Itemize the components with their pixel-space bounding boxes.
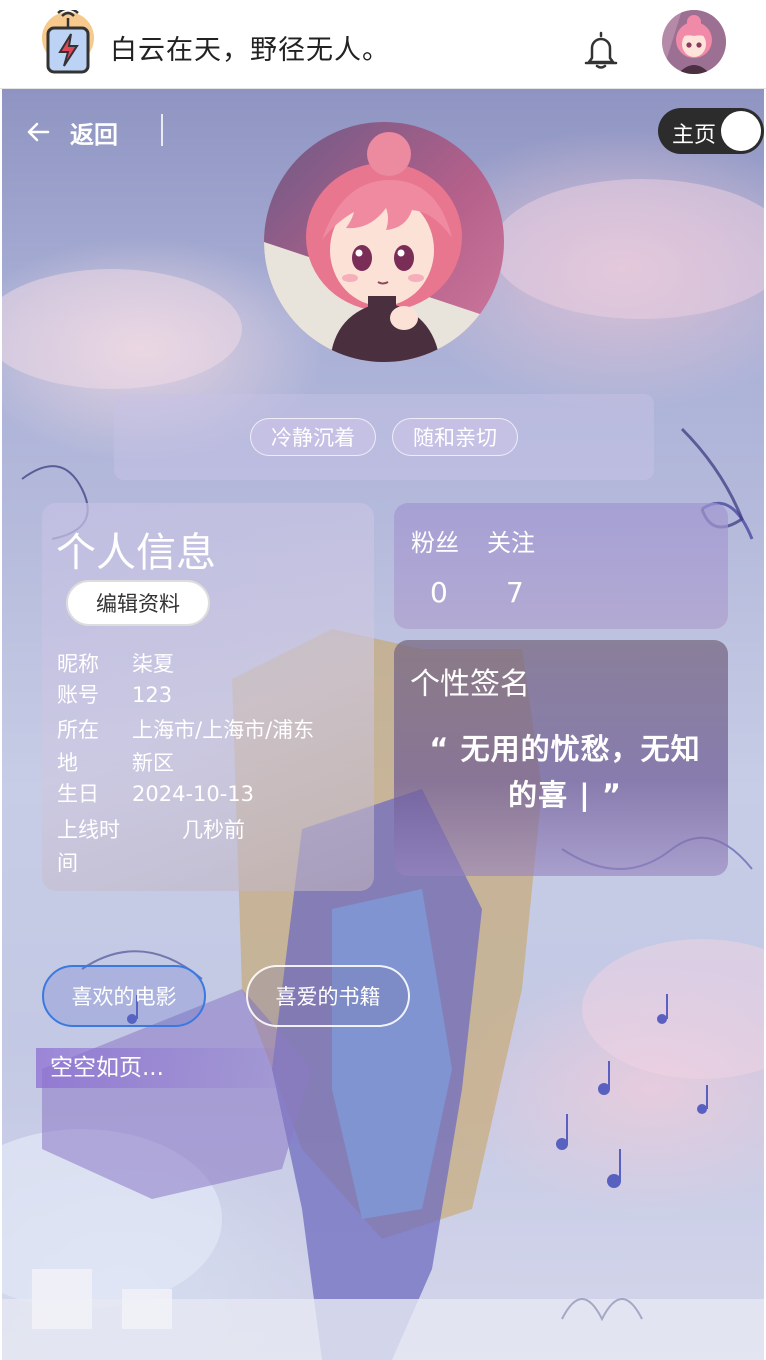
personality-tag[interactable]: 随和亲切	[392, 418, 518, 456]
personality-tag[interactable]: 冷静沉着	[250, 418, 376, 456]
home-toggle-label: 主页	[672, 123, 717, 148]
follow-label[interactable]: 关注	[487, 523, 535, 558]
back-label: 返回	[70, 120, 118, 149]
info-value: 2024-10-13	[132, 782, 255, 806]
header-divider	[161, 114, 163, 146]
personality-tags-panel: 冷静沉着 随和亲切	[114, 394, 654, 480]
empty-state-text: 空空如页...	[36, 1048, 276, 1088]
info-value: 柒夏	[132, 652, 174, 676]
back-button[interactable]: 返回	[24, 112, 118, 152]
profile-avatar[interactable]	[264, 122, 504, 362]
info-key: 账号	[57, 683, 99, 707]
tab-favorite-movies[interactable]: 喜欢的电影	[42, 965, 206, 1027]
stats-card	[394, 503, 728, 629]
edit-profile-button[interactable]: 编辑资料	[66, 580, 210, 626]
home-toggle[interactable]: 主页	[658, 108, 764, 154]
top-bar: 白云在天，野径无人。	[0, 0, 766, 89]
bell-icon[interactable]	[582, 30, 620, 70]
info-key: 生日	[57, 782, 99, 806]
info-value: 123	[132, 683, 173, 707]
personal-info-title: 个人信息	[56, 530, 216, 576]
tab-favorite-books[interactable]: 喜爱的书籍	[246, 965, 410, 1027]
signature-text: “ 无用的忧愁，无知的喜 | ”	[429, 732, 701, 812]
fans-label[interactable]: 粉丝	[411, 523, 459, 558]
user-avatar[interactable]	[662, 10, 726, 74]
arrow-left-icon	[27, 122, 50, 142]
header-slogan: 白云在天，野径无人。	[110, 35, 390, 66]
fans-count[interactable]: 0	[430, 576, 448, 609]
info-value: 几秒前	[182, 818, 245, 842]
info-key: 上线时间	[57, 818, 120, 875]
signature-title: 个性签名	[410, 667, 530, 702]
info-key: 所在地	[57, 718, 99, 775]
info-key: 昵称	[57, 652, 99, 676]
follow-count[interactable]: 7	[506, 576, 524, 609]
info-value: 上海市/上海市/浦东新区	[132, 718, 315, 775]
toggle-knob	[721, 111, 761, 151]
lightning-bolt-icon[interactable]	[40, 7, 96, 74]
